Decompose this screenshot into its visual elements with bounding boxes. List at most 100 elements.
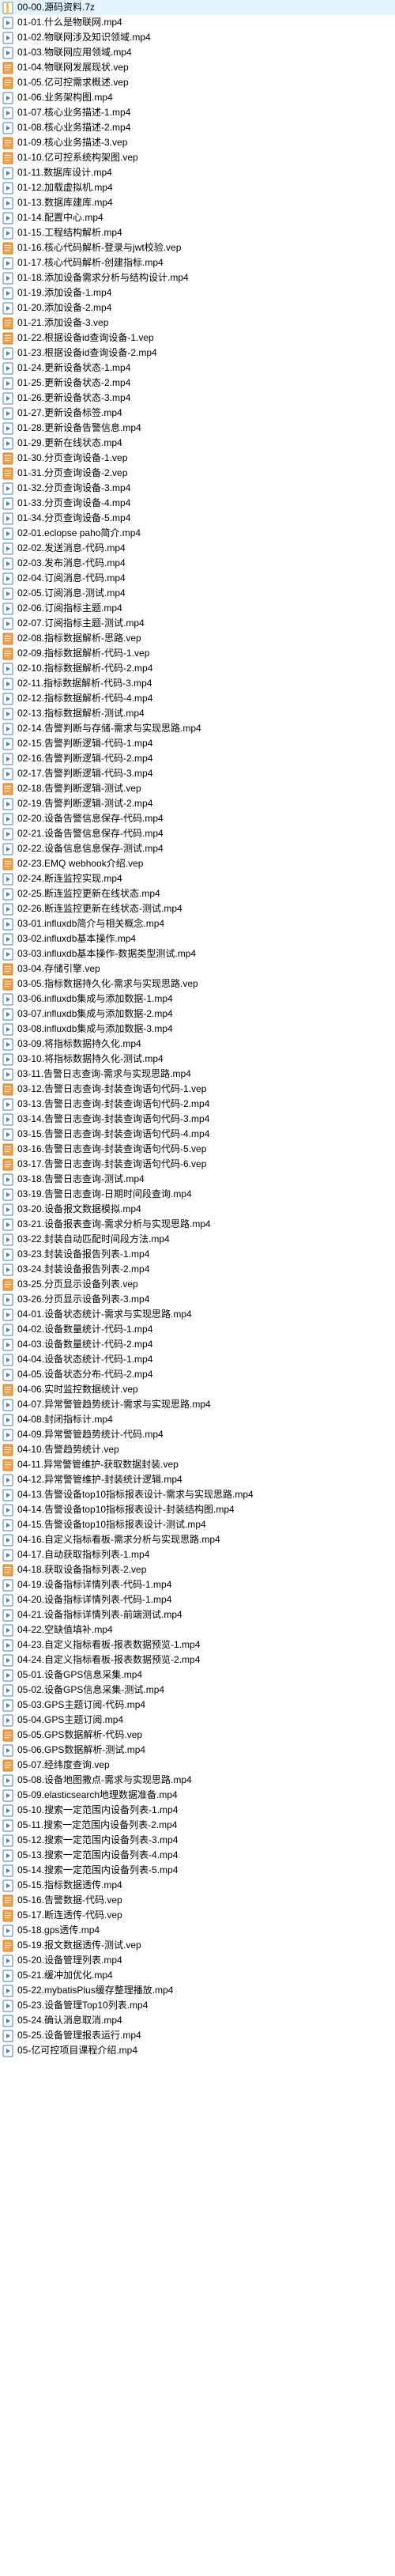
file-row[interactable]: 05-10.搜索一定范围内设备列表-1.mp4 [0, 1803, 395, 1818]
file-row[interactable]: 02-21.设备告警信息保存-代码.mp4 [0, 826, 395, 841]
file-row[interactable]: 01-26.更新设备状态-3.mp4 [0, 391, 395, 406]
file-row[interactable]: 01-18.添加设备需求分析与结构设计.mp4 [0, 270, 395, 285]
file-row[interactable]: 03-21.设备报表查询-需求分析与实现思路.mp4 [0, 1217, 395, 1232]
file-row[interactable]: 05-17.断连透传-代码.vep [0, 1908, 395, 1923]
file-row[interactable]: 04-14.告警设备top10指标报表设计-封装结构图.mp4 [0, 1502, 395, 1517]
file-row[interactable]: 01-30.分页查询设备-1.vep [0, 451, 395, 466]
file-row[interactable]: 01-32.分页查询设备-3.mp4 [0, 481, 395, 496]
file-row[interactable]: 02-24.断连监控实现.mp4 [0, 871, 395, 886]
file-row[interactable]: 02-01.eclopse paho简介.mp4 [0, 526, 395, 541]
file-row[interactable]: 03-26.分页显示设备列表-3.mp4 [0, 1292, 395, 1307]
file-row[interactable]: 03-03.influxdb基本操作-数据类型测试.mp4 [0, 946, 395, 961]
file-row[interactable]: 02-15.告警判断逻辑-代码-1.mp4 [0, 736, 395, 751]
file-row[interactable]: 05-21.缓冲加优化.mp4 [0, 1968, 395, 1983]
file-row[interactable]: 02-08.指标数据解析-思路.vep [0, 631, 395, 646]
file-row[interactable]: 02-16.告警判断逻辑-代码-2.mp4 [0, 751, 395, 766]
file-row[interactable]: 04-02.设备数量统计-代码-1.mp4 [0, 1322, 395, 1337]
file-row[interactable]: 01-25.更新设备状态-2.mp4 [0, 376, 395, 391]
file-row[interactable]: 02-07.订阅指标主题-测试.mp4 [0, 616, 395, 631]
file-row[interactable]: 04-21.设备指标详情列表-前端测试.mp4 [0, 1607, 395, 1622]
file-row[interactable]: 05-14.搜索一定范围内设备列表-5.mp4 [0, 1863, 395, 1878]
file-row[interactable]: 05-08.设备地图撒点-需求与实现思路.mp4 [0, 1773, 395, 1788]
file-row[interactable]: 01-06.业务架构图.mp4 [0, 90, 395, 105]
file-row[interactable]: 02-26.断连监控更新在线状态-测试.mp4 [0, 901, 395, 916]
file-row[interactable]: 02-25.断连监控更新在线状态.mp4 [0, 886, 395, 901]
file-row[interactable]: 03-07.influxdb集成与添加数据-2.mp4 [0, 1007, 395, 1022]
file-row[interactable]: 03-24.封装设备报告列表-2.mp4 [0, 1262, 395, 1277]
file-row[interactable]: 05-09.elasticsearch地理数据准备.mp4 [0, 1788, 395, 1803]
file-row[interactable]: 02-18.告警判断逻辑-测试.vep [0, 781, 395, 796]
file-row[interactable]: 03-17.告警日志查询-封装查询语句代码-6.vep [0, 1157, 395, 1172]
file-row[interactable]: 03-08.influxdb集成与添加数据-3.mp4 [0, 1022, 395, 1037]
file-row[interactable]: 02-12.指标数据解析-代码-4.mp4 [0, 691, 395, 706]
file-row[interactable]: 05-16.告警数据-代码.vep [0, 1893, 395, 1908]
file-row[interactable]: 02-05.订阅消息-测试.mp4 [0, 586, 395, 601]
file-row[interactable]: 04-24.自定义指标看板-报表数据预览-2.mp4 [0, 1652, 395, 1668]
file-row[interactable]: 03-09.将指标数据持久化.mp4 [0, 1037, 395, 1052]
file-row[interactable]: 04-22.空缺值填补.mp4 [0, 1622, 395, 1637]
file-row[interactable]: 01-04.物联网发展现状.vep [0, 60, 395, 75]
file-row[interactable]: 03-01.influxdb简介与相关概念.mp4 [0, 916, 395, 931]
file-row[interactable]: 02-11.指标数据解析-代码-3.mp4 [0, 676, 395, 691]
file-row[interactable]: 03-22.封装自动匹配时间段方法.mp4 [0, 1232, 395, 1247]
file-row[interactable]: 05-06.GPS数据解析-测试.mp4 [0, 1743, 395, 1758]
file-row[interactable]: 02-20.设备告警信息保存-代码.mp4 [0, 811, 395, 826]
file-row[interactable]: 01-10.亿可控系统构架图.vep [0, 150, 395, 165]
file-row[interactable]: 02-10.指标数据解析-代码-2.mp4 [0, 661, 395, 676]
file-row[interactable]: 04-19.设备指标详情列表-代码-1.mp4 [0, 1577, 395, 1592]
file-row[interactable]: 04-04.设备状态统计-代码-1.mp4 [0, 1352, 395, 1367]
file-row[interactable]: 01-12.加载虚拟机.mp4 [0, 180, 395, 195]
file-row[interactable]: 03-12.告警日志查询-封装查询语句代码-1.vep [0, 1082, 395, 1097]
file-row[interactable]: 01-09.核心业务描述-3.vep [0, 135, 395, 150]
file-row[interactable]: 04-12.异常警管维护-封装统计逻辑.mp4 [0, 1472, 395, 1487]
file-row[interactable]: 05-19.报文数据透传-测试.vep [0, 1938, 395, 1953]
file-row[interactable]: 01-29.更新在线状态.mp4 [0, 436, 395, 451]
file-row[interactable]: 01-11.数据库设计.mp4 [0, 165, 395, 180]
file-row[interactable]: 01-15.工程结构解析.mp4 [0, 225, 395, 240]
file-row[interactable]: 04-17.自动获取指标列表-1.mp4 [0, 1547, 395, 1562]
file-row[interactable]: 01-19.添加设备-1.mp4 [0, 285, 395, 300]
file-row[interactable]: 03-14.告警日志查询-封装查询语句代码-3.mp4 [0, 1112, 395, 1127]
file-row[interactable]: 02-06.订阅指标主题.mp4 [0, 601, 395, 616]
file-row[interactable]: 04-01.设备状态统计-需求与实现思路.mp4 [0, 1307, 395, 1322]
file-row[interactable]: 01-17.核心代码解析-创建指标.mp4 [0, 255, 395, 270]
file-row[interactable]: 05-07.经纬度查询.vep [0, 1758, 395, 1773]
file-row[interactable]: 01-02.物联网涉及知识领域.mp4 [0, 30, 395, 45]
file-row[interactable]: 01-34.分页查询设备-5.mp4 [0, 511, 395, 526]
file-row[interactable]: 01-24.更新设备状态-1.mp4 [0, 361, 395, 376]
file-row[interactable]: 04-10.告警趋势统计.vep [0, 1442, 395, 1457]
file-row[interactable]: 05-亿可控项目课程介绍.mp4 [0, 2043, 395, 2058]
file-row[interactable]: 03-16.告警日志查询-封装查询语句代码-5.vep [0, 1142, 395, 1157]
file-row[interactable]: 05-20.设备管理列表.mp4 [0, 1953, 395, 1968]
file-row[interactable]: 05-22.mybatisPlus缓存整理播放.mp4 [0, 1983, 395, 1998]
file-row[interactable]: 02-19.告警判断逻辑-测试-2.mp4 [0, 796, 395, 811]
file-row[interactable]: 01-01.什么是物联网.mp4 [0, 15, 395, 30]
file-row[interactable]: 04-16.自定义指标看板-需求分析与实现思路.mp4 [0, 1532, 395, 1547]
file-row[interactable]: 01-31.分页查询设备-2.vep [0, 466, 395, 481]
file-row[interactable]: 01-13.数据库建库.mp4 [0, 195, 395, 210]
file-row[interactable]: 00-00.源码资料.7z [0, 0, 395, 15]
file-row[interactable]: 02-22.设备信息信息保存-测试.mp4 [0, 841, 395, 856]
file-row[interactable]: 05-18.gps透传.mp4 [0, 1923, 395, 1938]
file-row[interactable]: 04-08.封闭指标计.mp4 [0, 1412, 395, 1427]
file-row[interactable]: 01-14.配置中心.mp4 [0, 210, 395, 225]
file-row[interactable]: 05-01.设备GPS信息采集.mp4 [0, 1668, 395, 1683]
file-row[interactable]: 05-04.GPS主题订阅.mp4 [0, 1713, 395, 1728]
file-row[interactable]: 02-13.指标数据解析-测试.mp4 [0, 706, 395, 721]
file-row[interactable]: 05-05.GPS数据解析-代码.vep [0, 1728, 395, 1743]
file-row[interactable]: 03-18.告警日志查询-测试.mp4 [0, 1172, 395, 1187]
file-row[interactable]: 01-27.更新设备标签.mp4 [0, 406, 395, 421]
file-row[interactable]: 01-23.根据设备id查询设备-2.mp4 [0, 346, 395, 361]
file-row[interactable]: 05-25.设备管理报表运行.mp4 [0, 2028, 395, 2043]
file-row[interactable]: 01-28.更新设备告警信息.mp4 [0, 421, 395, 436]
file-row[interactable]: 03-15.告警日志查询-封装查询语句代码-4.mp4 [0, 1127, 395, 1142]
file-row[interactable]: 03-13.告警日志查询-封装查询语句代码-2.mp4 [0, 1097, 395, 1112]
file-row[interactable]: 04-07.异常警管趋势统计-需求与实现思路.mp4 [0, 1397, 395, 1412]
file-row[interactable]: 04-09.异常警管趋势统计-代码.mp4 [0, 1427, 395, 1442]
file-row[interactable]: 02-04.订阅消息-代码.mp4 [0, 571, 395, 586]
file-row[interactable]: 05-15.指标数据透传.mp4 [0, 1878, 395, 1893]
file-row[interactable]: 04-06.实时监控数据统计.vep [0, 1382, 395, 1397]
file-row[interactable]: 02-02.发送消息-代码.mp4 [0, 541, 395, 556]
file-row[interactable]: 02-17.告警判断逻辑-代码-3.mp4 [0, 766, 395, 781]
file-row[interactable]: 05-03.GPS主题订阅-代码.mp4 [0, 1698, 395, 1713]
